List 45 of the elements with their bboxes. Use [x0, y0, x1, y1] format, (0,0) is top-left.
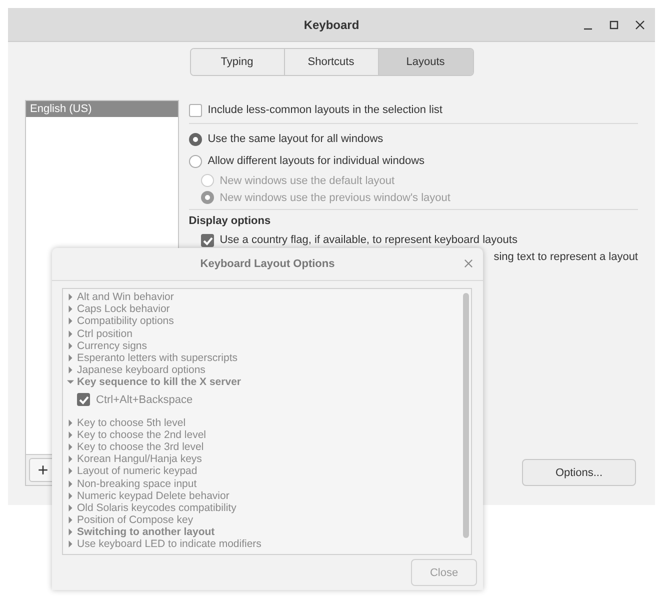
- tree-item[interactable]: Position of Compose key: [67, 514, 471, 526]
- tree-item[interactable]: Old Solaris keycodes compatibility: [67, 502, 471, 514]
- tree-item[interactable]: Key to choose 5th level: [67, 416, 471, 429]
- tree-item[interactable]: Switching to another layout: [67, 526, 471, 538]
- scrollbar[interactable]: [463, 293, 469, 538]
- tree-item[interactable]: Alt and Win behavior: [67, 291, 471, 304]
- tree-item[interactable]: Non-breaking space input: [67, 477, 471, 490]
- tree-item[interactable]: Korean Hangul/Hanja keys: [67, 453, 471, 466]
- maximize-icon[interactable]: [609, 20, 619, 30]
- checkbox[interactable]: [188, 104, 202, 116]
- checkbox[interactable]: [77, 393, 90, 406]
- collapse-arrow-icon: [67, 378, 74, 386]
- tree-item[interactable]: Ctrl position: [67, 328, 471, 340]
- tree-item[interactable]: Currency signs: [67, 340, 471, 352]
- checkbox-label: Include less-common layouts in the selection list: [208, 104, 442, 116]
- tab[interactable]: Shortcuts: [284, 49, 378, 75]
- tree-item[interactable]: Layout of numeric keypad: [67, 465, 471, 478]
- tree-item[interactable]: Japanese keyboard options: [67, 364, 471, 376]
- tree-item[interactable]: Use keyboard LED to indicate modifiers: [67, 538, 471, 551]
- tab[interactable]: Layouts: [378, 49, 472, 75]
- radio-label: New windows use the previous window's layout: [220, 192, 450, 204]
- tree-item[interactable]: Esperanto letters with superscripts: [67, 352, 471, 364]
- close-icon[interactable]: [635, 20, 645, 30]
- tree-item[interactable]: Compatibility options: [67, 315, 471, 328]
- close-button[interactable]: Close: [411, 559, 477, 586]
- radio-button[interactable]: [188, 154, 202, 168]
- tree-item[interactable]: Key to choose the 2nd level: [67, 428, 471, 441]
- radio-label: New windows use the default layout: [220, 174, 395, 186]
- radio-label: Use the same layout for all windows: [208, 133, 384, 145]
- tree-item[interactable]: Key to choose the 3rd level: [67, 440, 471, 454]
- checkbox[interactable]: [200, 234, 214, 246]
- radio-button[interactable]: [188, 132, 202, 146]
- list-item[interactable]: English (US): [26, 101, 178, 117]
- checkbox-label: Use a country flag, if available, to represent keyboard layouts: [220, 234, 518, 246]
- checkbox-label: Ctrl+Alt+Backspace: [96, 394, 193, 406]
- tree-item[interactable]: Numeric keypad Delete behavior: [67, 490, 471, 502]
- tree-item[interactable]: Key sequence to kill the X server: [67, 376, 471, 388]
- window-title: Keyboard: [304, 18, 360, 32]
- section-heading: Display options: [188, 215, 272, 229]
- tab[interactable]: Typing: [190, 49, 284, 75]
- dialog-title: Keyboard Layout Options: [200, 258, 335, 270]
- tree-item[interactable]: Caps Lock behavior: [67, 303, 471, 316]
- checkbox-label: sing text to represent a layout: [494, 251, 638, 263]
- radio-label: Allow different layouts for individual windows: [208, 155, 425, 167]
- options-button[interactable]: Options...: [522, 459, 636, 486]
